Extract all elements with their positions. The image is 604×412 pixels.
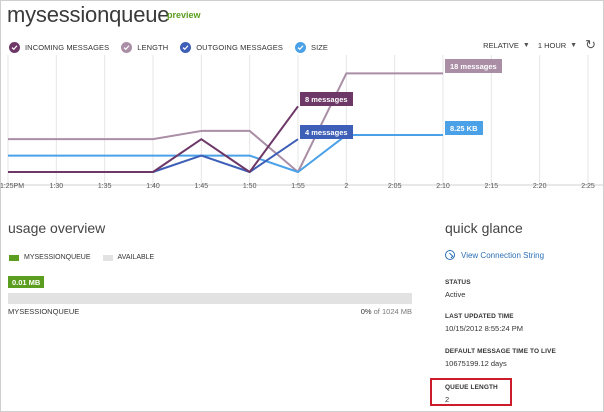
usage-legend-used: MYSESSIONQUEUE: [24, 254, 91, 261]
time-window-label: 1 HOUR: [537, 40, 567, 50]
x-tick-label: 2: [344, 183, 349, 190]
x-tick-label: 1:50: [242, 183, 257, 190]
view-connection-string-link[interactable]: View Connection String: [445, 250, 544, 260]
x-tick-label: 2:05: [387, 183, 402, 190]
usage-bar: [8, 293, 412, 304]
usage-overview-title: usage overview: [8, 220, 106, 236]
quick-glance-title: quick glance: [445, 220, 523, 236]
chevron-down-icon: ▼: [522, 41, 530, 49]
check-icon: [294, 41, 306, 53]
last-updated-value: 10/15/2012 8:55:24 PM: [445, 324, 523, 333]
x-tick-label: 1:55: [291, 183, 305, 190]
legend-outgoing-label: OUTGOING MESSAGES: [196, 42, 283, 52]
ttl-value: 10675199.12 days: [445, 359, 507, 368]
series-line-size: [8, 134, 443, 173]
legend-incoming[interactable]: INCOMING MESSAGES: [9, 41, 110, 53]
check-icon: [9, 41, 20, 53]
x-tick-label: 2:20: [532, 183, 547, 190]
view-connection-string-label: View Connection String: [461, 250, 545, 260]
usage-percent-value: 0%: [360, 307, 372, 316]
x-tick-label: 1:25PM: [0, 183, 25, 190]
range-mode-dropdown[interactable]: RELATIVE ▼: [483, 41, 530, 50]
x-tick-label: 1:35: [97, 183, 112, 190]
status-label: STATUS: [445, 279, 471, 286]
x-tick-label: 1:30: [49, 183, 64, 190]
arrow-circle-icon: [445, 250, 455, 260]
time-window-dropdown[interactable]: 1 HOUR ▼: [538, 41, 577, 50]
x-tick-label: 1:40: [146, 183, 160, 190]
x-tick-label: 2:15: [484, 183, 499, 190]
x-tick-label: 2:10: [436, 183, 450, 190]
series-line-length: [8, 72, 443, 173]
check-icon: [180, 41, 192, 53]
chart-legend: INCOMING MESSAGES LENGTH OUTGOING MESSAG…: [9, 40, 340, 54]
ttl-label: DEFAULT MESSAGE TIME TO LIVE: [445, 348, 556, 355]
chart-controls: RELATIVE ▼ 1 HOUR ▼ ↻: [475, 38, 596, 51]
legend-size-label: SIZE: [310, 42, 329, 52]
status-value: Active: [445, 290, 466, 299]
chevron-down-icon: ▼: [570, 41, 578, 49]
usage-value-badge: 0.01 MB: [8, 276, 45, 288]
page-title: mysessionqueue: [7, 2, 170, 27]
queue-length-highlight: [430, 378, 512, 406]
usage-bar-name: MYSESSIONQUEUE: [8, 307, 80, 316]
legend-incoming-label: INCOMING MESSAGES: [25, 42, 110, 52]
annotation-tooltip: 4 messages: [300, 125, 353, 140]
refresh-icon[interactable]: ↻: [585, 38, 596, 51]
annotation-tooltip: 8.25 KB: [445, 121, 483, 136]
legend-length[interactable]: LENGTH: [121, 41, 169, 53]
x-tick-label: 1:45: [194, 183, 209, 190]
x-tick-label: 2:25: [581, 183, 595, 190]
range-mode-label: RELATIVE: [483, 40, 519, 50]
used-swatch: [9, 254, 19, 261]
usage-legend-available: AVAILABLE: [117, 254, 155, 261]
preview-badge: preview: [167, 10, 201, 20]
last-updated-label: LAST UPDATED TIME: [445, 313, 514, 320]
legend-outgoing[interactable]: OUTGOING MESSAGES: [180, 41, 283, 53]
legend-length-label: LENGTH: [137, 42, 169, 52]
check-icon: [121, 41, 133, 53]
usage-percent: 0% of 1024 MB: [340, 307, 412, 316]
usage-legend: MYSESSIONQUEUE AVAILABLE: [9, 254, 154, 261]
legend-size[interactable]: SIZE: [294, 41, 329, 53]
usage-of-text: of 1024 MB: [373, 307, 412, 316]
annotation-tooltip: 18 messages: [445, 59, 502, 74]
annotation-tooltip: 8 messages: [300, 92, 353, 107]
available-swatch: [102, 254, 113, 261]
